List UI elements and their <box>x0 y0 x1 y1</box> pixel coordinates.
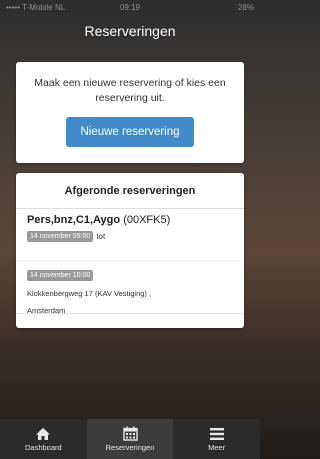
new-reservation-card: Maak een nieuwe reservering of kies een … <box>16 62 244 163</box>
reservation-title: Pers,bnz,C1,Aygo (00XFK5) <box>27 214 234 226</box>
completed-reservations-heading: Afgeronde reserveringen <box>16 173 244 209</box>
reservation-address-line1: Klokkenbergweg 17 (KAV Vestiging) , <box>27 289 152 298</box>
calendar-icon <box>122 426 138 441</box>
list-divider <box>16 313 244 314</box>
reservation-list-item[interactable]: Pers,bnz,C1,Aygo (00XFK5) 14 november 09… <box>16 210 244 274</box>
tab-dashboard-label: Dashboard <box>24 442 62 452</box>
home-icon <box>36 427 51 440</box>
new-reservation-button[interactable]: Nieuwe reservering <box>66 117 194 147</box>
tab-reservations[interactable]: Reserveringen <box>86 419 174 459</box>
reservation-address-line2: Amsterdam <box>27 306 66 315</box>
tab-more[interactable]: Meer <box>173 419 260 459</box>
reservation-vehicle: Pers,bnz,C1,Aygo <box>27 214 121 226</box>
navigation-bar: Reserveringen <box>0 14 260 48</box>
reservation-plate: (00XFK5) <box>123 214 171 226</box>
start-time-badge: 14 november 09:00 <box>27 231 94 242</box>
tab-more-label: Meer <box>208 442 226 452</box>
reservation-period: 14 november 09:00 tot <box>27 231 234 242</box>
page-title: Reserveringen <box>84 23 176 39</box>
tab-bar: Dashboard Reserveringen Meer <box>0 419 260 459</box>
tab-dashboard[interactable]: Dashboard <box>0 419 87 459</box>
reservation-details: 14 november 10:00 Klokkenbergweg 17 (KAV… <box>16 262 244 328</box>
end-time-badge: 14 november 10:00 <box>27 270 94 281</box>
status-bar: ••••• T-Mobile NL 09:19 28% <box>0 0 260 14</box>
new-reservation-intro: Maak een nieuwe reservering of kies een … <box>34 77 226 104</box>
tab-reservations-label: Reserveringen <box>105 443 155 452</box>
to-label: tot <box>96 232 106 241</box>
clock-label: 09:19 <box>119 2 141 12</box>
menu-icon <box>209 427 224 440</box>
reservation-list: Pers,bnz,C1,Aygo (00XFK5) 14 november 09… <box>16 210 244 274</box>
